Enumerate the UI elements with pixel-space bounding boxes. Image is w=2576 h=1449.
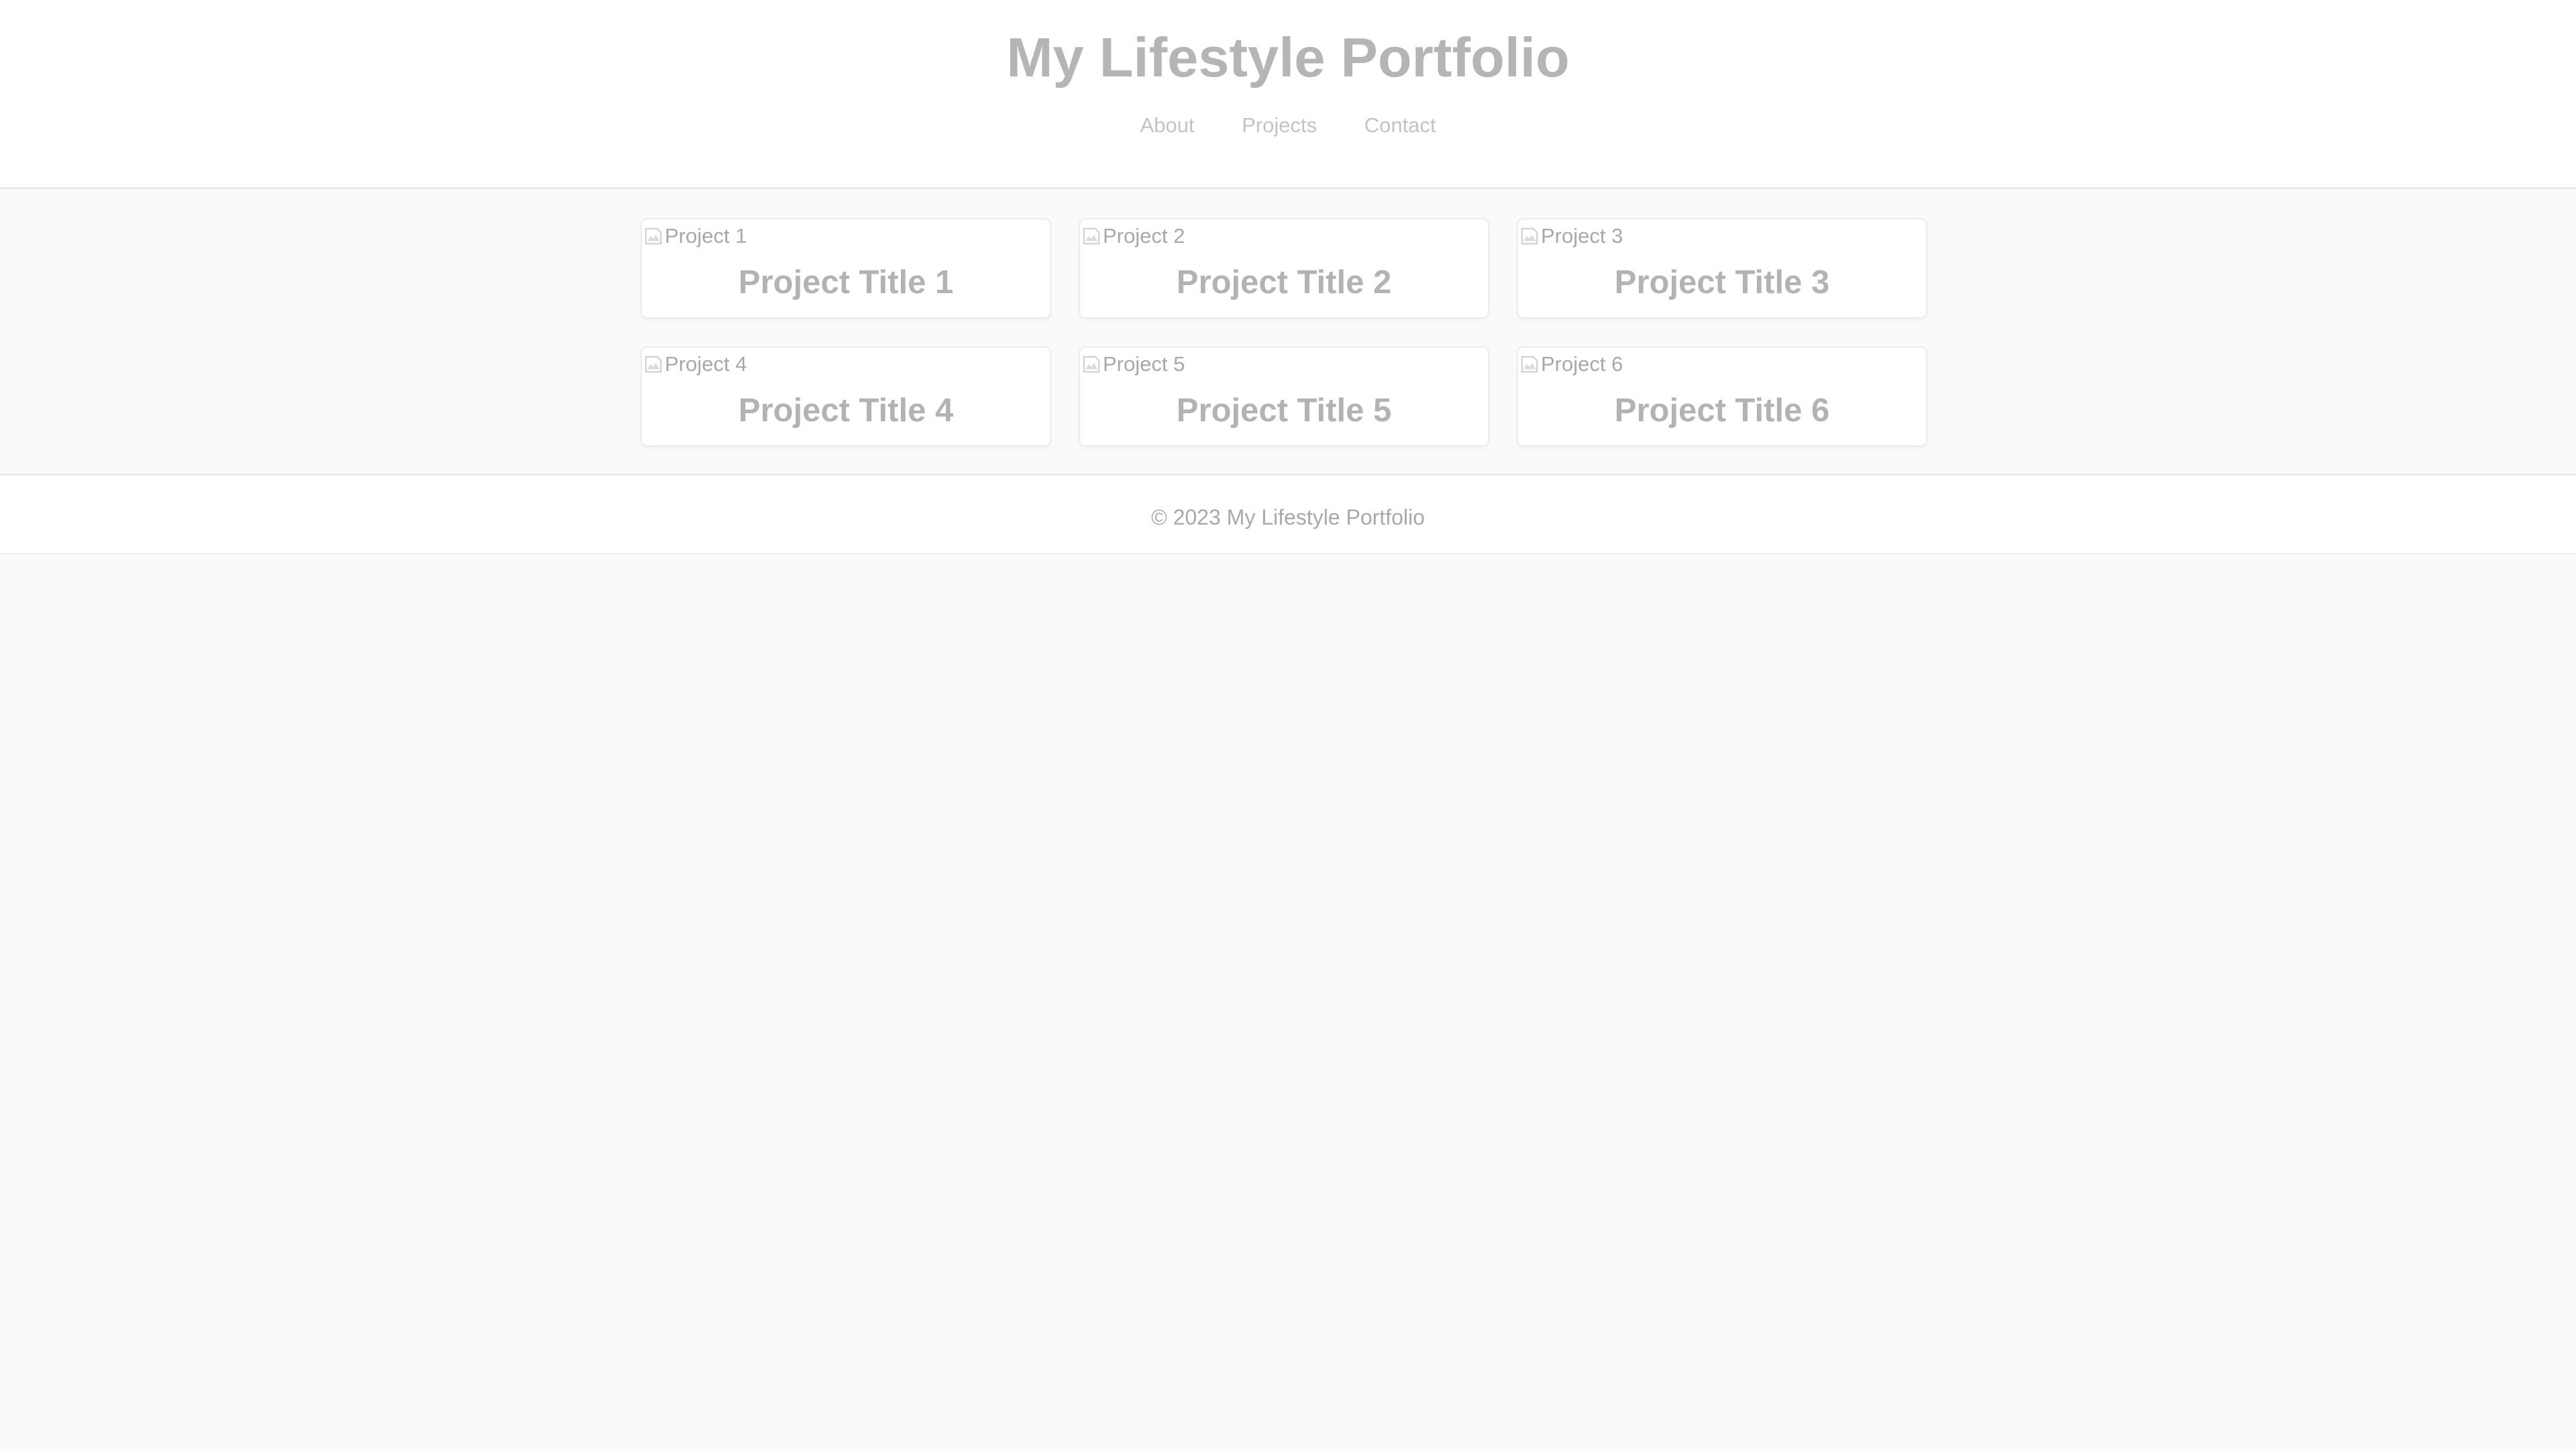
project-image: Project 3	[1519, 223, 1623, 250]
main-nav: About Projects Contact	[0, 111, 2576, 140]
broken-image-icon	[1519, 226, 1540, 246]
projects-grid: Project 1 Project Title 1 Project 2 Proj…	[641, 218, 1929, 447]
project-title: Project Title 5	[1176, 392, 1392, 429]
project-image-alt: Project 2	[1103, 224, 1185, 248]
project-card[interactable]: Project 4 Project Title 4	[641, 346, 1051, 447]
project-image-alt: Project 1	[665, 224, 747, 248]
site-title: My Lifestyle Portfolio	[1006, 26, 1570, 89]
project-card[interactable]: Project 6 Project Title 6	[1517, 346, 1927, 447]
nav-link-projects[interactable]: Projects	[1242, 113, 1317, 137]
copyright-text: © 2023 My Lifestyle Portfolio	[1151, 505, 1425, 529]
project-image-alt: Project 4	[665, 352, 747, 376]
broken-image-icon	[1081, 226, 1102, 246]
project-image: Project 1	[643, 223, 747, 250]
site-header: My Lifestyle Portfolio About Projects Co…	[0, 0, 2576, 189]
broken-image-icon	[1519, 354, 1540, 374]
project-image: Project 2	[1081, 223, 1185, 250]
project-card[interactable]: Project 2 Project Title 2	[1079, 218, 1489, 319]
project-card[interactable]: Project 5 Project Title 5	[1079, 346, 1489, 447]
project-title: Project Title 4	[738, 392, 954, 429]
project-image-alt: Project 5	[1103, 352, 1185, 376]
project-title: Project Title 3	[1614, 264, 1830, 301]
nav-link-about[interactable]: About	[1140, 113, 1194, 137]
nav-link-contact[interactable]: Contact	[1364, 113, 1436, 137]
project-image-alt: Project 3	[1541, 224, 1623, 248]
project-title: Project Title 2	[1176, 264, 1392, 301]
site-footer: © 2023 My Lifestyle Portfolio	[0, 474, 2576, 554]
project-image: Project 5	[1081, 351, 1185, 378]
project-card[interactable]: Project 3 Project Title 3	[1517, 218, 1927, 319]
project-image: Project 6	[1519, 351, 1623, 378]
project-image: Project 4	[643, 351, 747, 378]
broken-image-icon	[643, 354, 663, 374]
broken-image-icon	[643, 226, 663, 246]
project-title: Project Title 1	[738, 264, 954, 301]
project-card[interactable]: Project 1 Project Title 1	[641, 218, 1051, 319]
project-image-alt: Project 6	[1541, 352, 1623, 376]
project-title: Project Title 6	[1614, 392, 1830, 429]
broken-image-icon	[1081, 354, 1102, 374]
